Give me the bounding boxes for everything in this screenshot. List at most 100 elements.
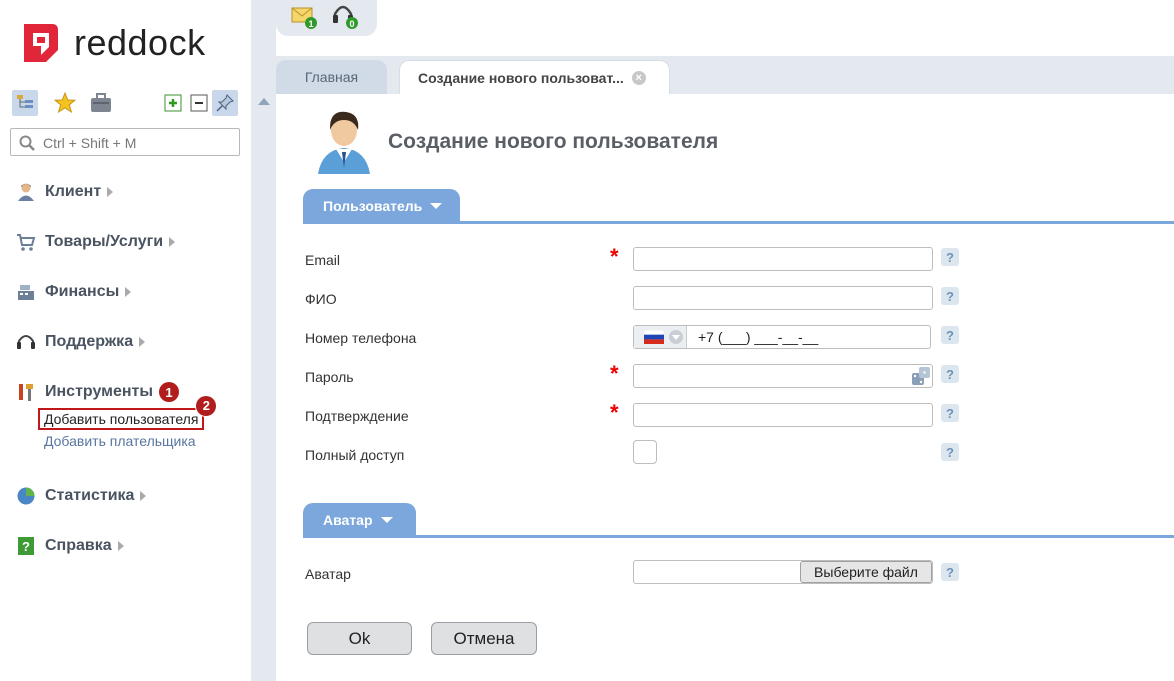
tab-create-user[interactable]: Создание нового пользоват... × <box>399 60 670 94</box>
chevron-up-icon <box>258 98 270 105</box>
chevron-right-icon <box>169 237 176 247</box>
russia-flag-icon <box>644 330 664 344</box>
cancel-button[interactable]: Отмена <box>431 622 537 655</box>
tree-view-button[interactable] <box>12 90 38 116</box>
page-title: Создание нового пользователя <box>388 130 719 153</box>
menu-label-tools: Инструменты <box>45 383 154 400</box>
full-access-label: Полный доступ <box>305 447 405 463</box>
support-count: 0 <box>349 19 354 29</box>
section-tab-user-label: Пользователь <box>323 198 423 214</box>
headset-icon <box>16 332 36 352</box>
fio-field[interactable] <box>633 286 933 310</box>
main-menu: Клиент Товары/Услуги Финансы Поддержка И… <box>16 176 246 580</box>
chevron-right-icon <box>107 187 114 197</box>
cart-icon <box>16 232 36 252</box>
caret-down-icon <box>380 517 393 523</box>
star-icon <box>54 92 76 114</box>
client-icon <box>16 182 36 202</box>
search-box <box>10 128 240 156</box>
chevron-down-icon <box>669 330 683 344</box>
required-mark: * <box>610 361 619 386</box>
add-user-link[interactable]: Добавить пользователя 2 <box>38 396 217 430</box>
full-access-checkbox[interactable] <box>633 440 657 464</box>
help-icon[interactable]: ? <box>941 365 959 383</box>
menu-label-statistics: Статистика <box>45 487 135 504</box>
step-badge-2: 2 <box>196 396 217 416</box>
menu-item-tools[interactable]: Инструменты 1 Добавить пользователя 2 До… <box>16 376 246 480</box>
help-icon[interactable]: ? <box>941 248 959 266</box>
fio-label: ФИО <box>305 291 337 307</box>
chevron-right-icon <box>125 287 132 297</box>
sidebar-collapse-strip[interactable] <box>251 0 276 681</box>
menu-item-support[interactable]: Поддержка <box>16 326 246 376</box>
password-field[interactable] <box>633 364 933 388</box>
close-icon[interactable]: × <box>631 70 646 85</box>
menu-item-goods[interactable]: Товары/Услуги <box>16 226 246 276</box>
mail-icon: 1 <box>291 7 317 29</box>
menu-item-help[interactable]: ? Справка <box>16 530 246 580</box>
caret-down-icon <box>430 203 443 209</box>
menu-item-client[interactable]: Клиент <box>16 176 246 226</box>
menu-label-client: Клиент <box>45 183 102 200</box>
confirm-password-field[interactable] <box>633 403 933 427</box>
pin-button[interactable] <box>212 90 238 116</box>
tools-submenu: Добавить пользователя 2 Добавить платель… <box>38 396 217 452</box>
mail-count: 1 <box>308 19 313 29</box>
tools-icon <box>16 382 36 402</box>
required-mark: * <box>610 400 619 425</box>
pin-icon <box>216 94 234 112</box>
search-input[interactable] <box>41 132 235 154</box>
help-book-icon: ? <box>16 536 36 556</box>
choose-file-button[interactable]: Выберите файл <box>800 561 932 583</box>
email-label: Email <box>305 252 341 268</box>
section-tab-avatar[interactable]: Аватар <box>303 503 416 537</box>
briefcase-button[interactable] <box>88 90 114 116</box>
add-user-link-label: Добавить пользователя <box>44 411 199 427</box>
logo-text: reddock <box>74 22 206 63</box>
help-icon[interactable]: ? <box>941 443 959 461</box>
required-mark: * <box>610 244 619 269</box>
menu-item-finance[interactable]: Финансы <box>16 276 246 326</box>
favorites-button[interactable] <box>52 90 78 116</box>
menu-label-goods: Товары/Услуги <box>45 233 164 250</box>
chevron-right-icon <box>140 491 147 501</box>
section-divider <box>303 221 1174 224</box>
collapse-all-icon <box>190 94 208 112</box>
expand-all-button[interactable] <box>160 90 186 116</box>
help-icon[interactable]: ? <box>941 326 959 344</box>
menu-label-finance: Финансы <box>45 283 120 300</box>
tab-create-user-label: Создание нового пользоват... <box>418 69 624 86</box>
generate-password-icon[interactable] <box>910 365 932 387</box>
phone-field[interactable]: +7 (___) ___-__-__ <box>633 325 931 349</box>
section-tab-user[interactable]: Пользователь <box>303 189 461 223</box>
tab-home[interactable]: Главная <box>276 60 387 94</box>
ok-button[interactable]: Ok <box>307 622 412 655</box>
chevron-right-icon <box>139 337 146 347</box>
email-field[interactable] <box>633 247 933 271</box>
mail-notifications-button[interactable]: 1 <box>290 2 318 30</box>
reddock-logo-icon <box>24 24 58 62</box>
tree-icon <box>17 95 33 108</box>
help-icon[interactable]: ? <box>941 404 959 422</box>
password-label: Пароль <box>305 369 354 385</box>
menu-item-statistics[interactable]: Статистика <box>16 480 246 530</box>
tab-bar: Главная Создание нового пользоват... × <box>276 56 1174 94</box>
svg-text:?: ? <box>22 539 30 554</box>
collapse-all-button[interactable] <box>186 90 212 116</box>
support-notifications-button[interactable]: 0 <box>331 2 359 30</box>
add-payer-link[interactable]: Добавить плательщика <box>44 430 204 452</box>
notification-bar: 1 0 <box>276 0 377 36</box>
section-divider <box>303 535 1174 538</box>
menu-label-help: Справка <box>45 537 112 554</box>
phone-value: +7 (___) ___-__-__ <box>698 329 819 345</box>
chevron-right-icon <box>117 541 124 551</box>
country-select[interactable] <box>634 326 687 348</box>
confirm-label: Подтверждение <box>305 408 409 424</box>
help-icon[interactable]: ? <box>941 287 959 305</box>
user-avatar-icon <box>318 111 370 174</box>
help-icon[interactable]: ? <box>941 563 959 581</box>
step-badge-1: 1 <box>159 382 180 402</box>
logo[interactable]: reddock <box>22 22 206 64</box>
main-content: Создание нового пользователя Пользовател… <box>276 94 1174 681</box>
search-icon <box>19 135 35 151</box>
